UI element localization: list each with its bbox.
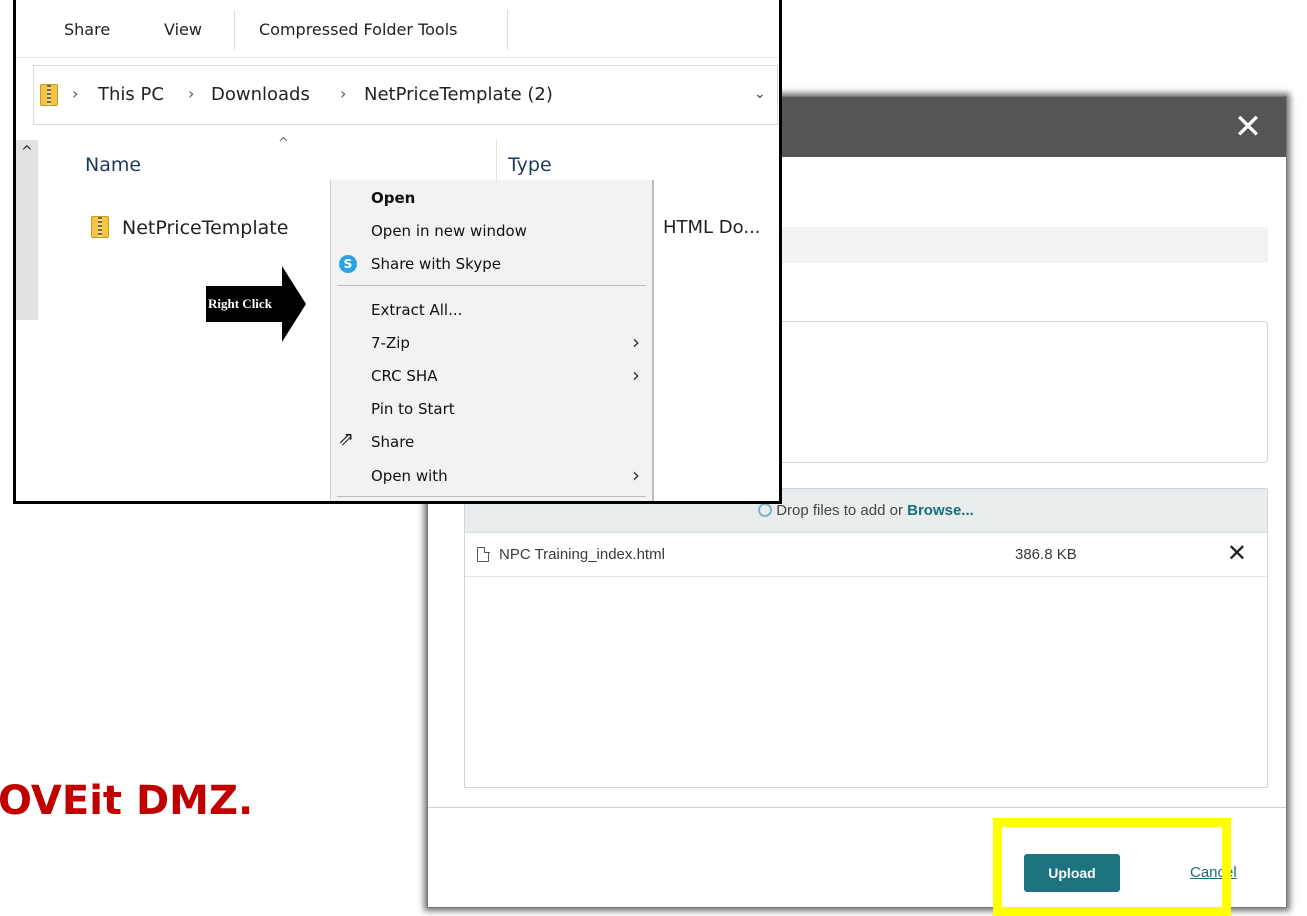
- menu-item-open[interactable]: Open: [331, 182, 652, 214]
- remove-file-icon[interactable]: ✕: [1227, 539, 1247, 567]
- menu-item-crc-sha[interactable]: CRC SHA ›: [331, 360, 652, 392]
- share-icon: ⇗: [338, 428, 354, 450]
- menu-item-label: Open with: [371, 467, 448, 485]
- sort-up-icon: ^: [278, 136, 289, 151]
- ribbon-divider: [234, 10, 235, 50]
- tab-compressed-folder-tools[interactable]: Compressed Folder Tools: [259, 20, 457, 39]
- address-bar[interactable]: › This PC › Downloads › NetPriceTemplate…: [33, 65, 778, 125]
- breadcrumb-netpricetemplate[interactable]: NetPriceTemplate (2): [364, 84, 553, 105]
- menu-item-label: 7-Zip: [371, 334, 410, 352]
- chevron-right-icon: ›: [632, 463, 640, 487]
- context-menu: Open Open in new window S Share with Sky…: [330, 180, 654, 501]
- file-dropzone[interactable]: Drop files to add or Browse... NPC Train…: [464, 488, 1268, 788]
- file-item-netpricetemplate[interactable]: NetPriceTemplate: [122, 217, 288, 239]
- right-click-label: Right Click: [208, 296, 272, 311]
- column-header-name[interactable]: Name: [85, 154, 141, 176]
- menu-item-pin-to-start[interactable]: Pin to Start: [331, 393, 652, 425]
- upload-button[interactable]: Upload: [1024, 854, 1120, 892]
- column-header-type[interactable]: Type: [508, 154, 552, 176]
- file-explorer-window: Share View Compressed Folder Tools › Thi…: [13, 0, 782, 504]
- menu-item-label: Open in new window: [371, 222, 527, 240]
- dialog-footer: Upload Cancel: [428, 807, 1286, 907]
- menu-item-label: Open: [371, 189, 416, 207]
- tab-view[interactable]: View: [164, 20, 202, 39]
- menu-item-share[interactable]: ⇗ Share: [331, 426, 652, 458]
- chevron-down-icon[interactable]: ⌄: [754, 86, 766, 102]
- page-caption: OVEit DMZ.: [0, 778, 254, 824]
- browse-link[interactable]: Browse...: [907, 502, 974, 519]
- menu-item-label: Extract All...: [371, 301, 463, 319]
- menu-item-open-with[interactable]: Open with ›: [331, 460, 652, 492]
- menu-item-label: Pin to Start: [371, 400, 455, 418]
- menu-item-label: Share with Skype: [371, 255, 501, 273]
- menu-divider: [337, 496, 646, 497]
- chevron-right-icon: ›: [72, 84, 79, 103]
- menu-item-open-new-window[interactable]: Open in new window: [331, 215, 652, 247]
- chevron-right-icon: ›: [632, 363, 640, 387]
- file-row: NPC Training_index.html 386.8 KB ✕: [465, 533, 1267, 577]
- menu-divider: [337, 285, 646, 286]
- chevron-right-icon: ›: [632, 330, 640, 354]
- skype-icon: S: [339, 255, 357, 273]
- nav-pane-scrollbar[interactable]: [16, 140, 38, 320]
- ribbon-divider: [507, 10, 508, 50]
- close-icon[interactable]: ✕: [1230, 107, 1266, 147]
- scroll-up-icon[interactable]: ^: [21, 144, 33, 160]
- chevron-right-icon: ›: [340, 84, 347, 103]
- file-size: 386.8 KB: [1015, 546, 1077, 563]
- chevron-right-icon: ›: [188, 84, 195, 103]
- menu-item-share-skype[interactable]: S Share with Skype: [331, 248, 652, 280]
- file-name: NPC Training_index.html: [499, 546, 665, 563]
- cancel-link[interactable]: Cancel: [1190, 864, 1237, 881]
- file-type: HTML Do...: [663, 217, 761, 238]
- dropzone-text: Drop files to add or: [776, 502, 908, 519]
- zip-folder-icon: [40, 84, 58, 106]
- breadcrumb-downloads[interactable]: Downloads: [211, 84, 310, 105]
- drop-icon: [758, 503, 773, 517]
- zip-folder-icon: [91, 216, 109, 238]
- menu-item-label: Share: [371, 433, 415, 451]
- menu-item-label: CRC SHA: [371, 367, 438, 385]
- file-icon: [477, 546, 490, 562]
- tab-share[interactable]: Share: [64, 20, 110, 39]
- ribbon: Share View Compressed Folder Tools: [16, 0, 779, 58]
- menu-item-7zip[interactable]: 7-Zip ›: [331, 327, 652, 359]
- menu-item-extract-all[interactable]: Extract All...: [331, 294, 652, 326]
- breadcrumb-this-pc[interactable]: This PC: [98, 84, 164, 105]
